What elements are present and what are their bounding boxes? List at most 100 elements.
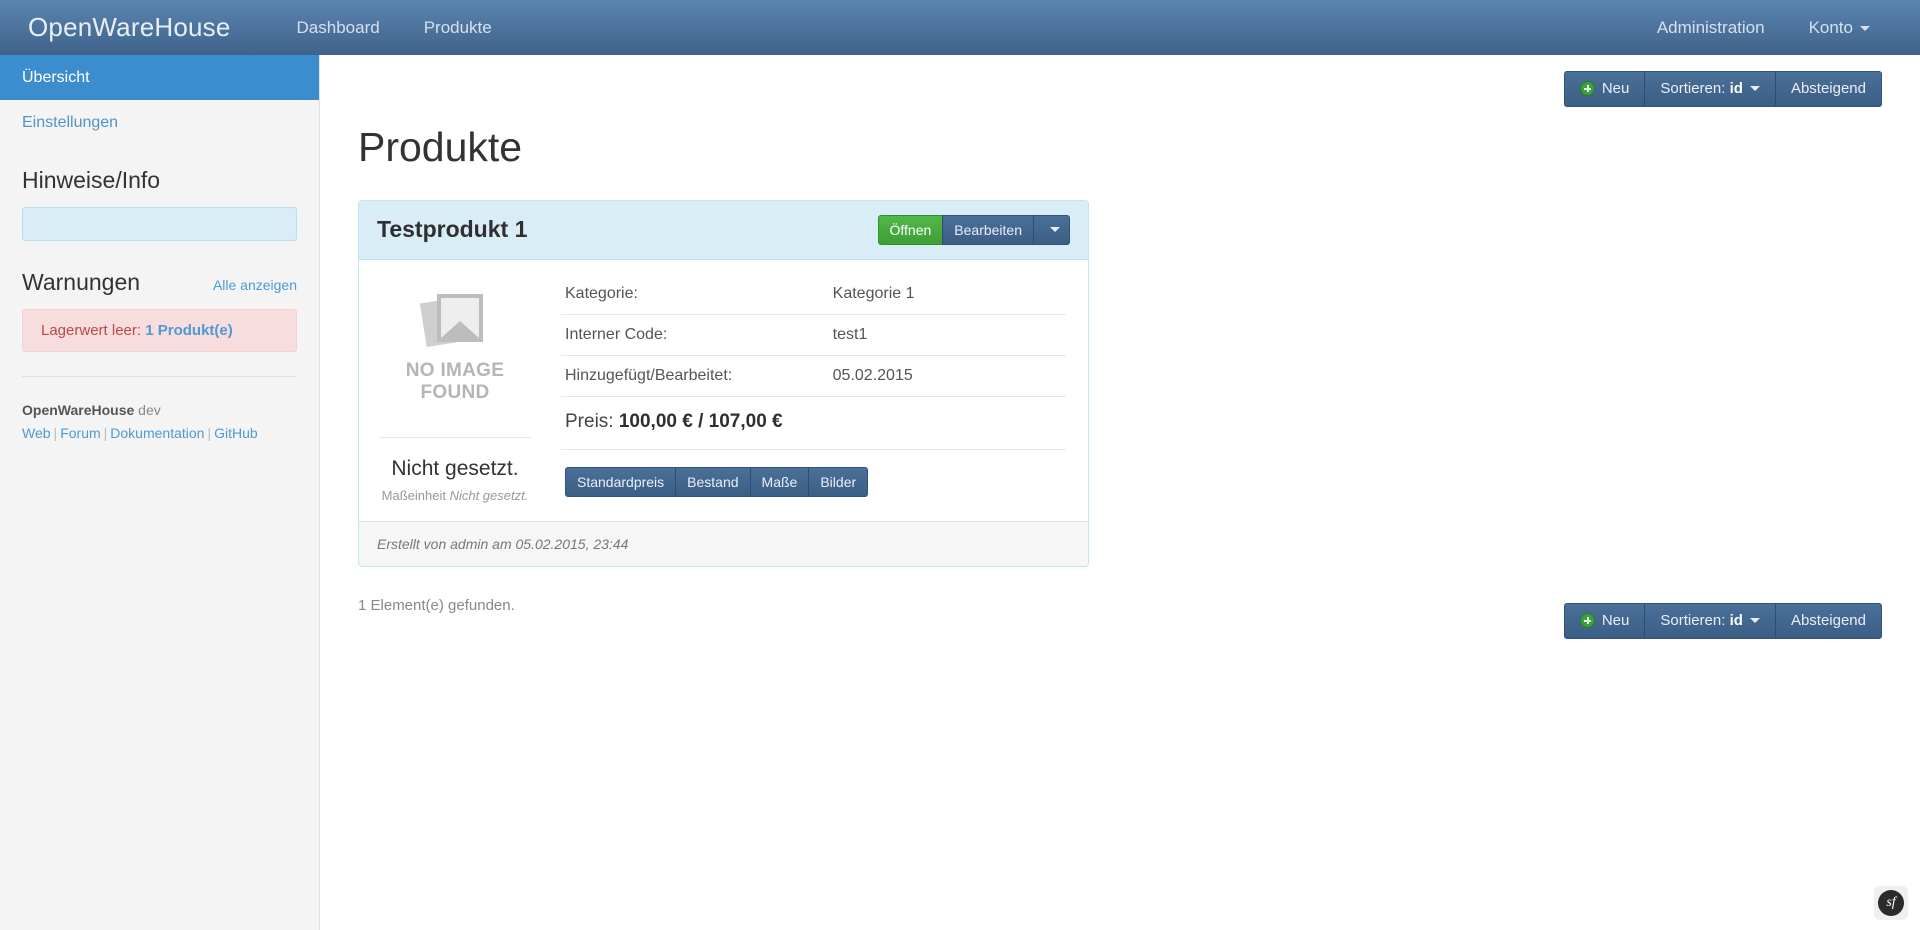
top-navbar: OpenWareHouse Dashboard Produkte Adminis… xyxy=(0,0,1920,55)
new-button-bottom-label: Neu xyxy=(1601,612,1630,629)
chevron-down-icon xyxy=(1749,86,1760,92)
sidebar-footer-appline: OpenWareHouse dev xyxy=(22,399,297,422)
sort-label-bottom: Sortieren: xyxy=(1660,612,1726,629)
media-divider xyxy=(379,437,531,439)
warnings-heading: Warnungen xyxy=(22,268,141,295)
footer-link-dokumentation[interactable]: Dokumentation xyxy=(110,425,204,441)
page-body: Übersicht Einstellungen Hinweise/Info Wa… xyxy=(0,55,1920,930)
sort-direction-button-top[interactable]: Absteigend xyxy=(1774,71,1882,107)
sidebar: Übersicht Einstellungen Hinweise/Info Wa… xyxy=(0,55,320,930)
plus-circle-icon xyxy=(1579,613,1595,629)
new-button-bottom[interactable]: Neu xyxy=(1563,603,1646,639)
footer-link-web[interactable]: Web xyxy=(22,425,51,441)
info-value-kategorie: Kategorie 1 xyxy=(828,273,1066,315)
image-icon-mountain xyxy=(441,320,479,338)
info-label-hinzugefuegt: Hinzugefügt/Bearbeitet: xyxy=(561,355,829,397)
info-value-interner-code: test1 xyxy=(828,314,1066,356)
main-content: Neu Sortieren: id Absteigend Produkte Te… xyxy=(320,55,1920,930)
sidebar-footer-links: Web | Forum | Dokumentation | GitHub xyxy=(22,422,297,445)
product-info-column: Kategorie: Kategorie 1 Interner Code: te… xyxy=(551,260,1088,521)
product-actions: Öffnen Bearbeiten xyxy=(877,214,1070,245)
new-button-top-label: Neu xyxy=(1601,80,1630,97)
tab-standardpreis[interactable]: Standardpreis xyxy=(565,466,677,497)
chevron-down-icon xyxy=(1749,618,1760,624)
info-heading: Hinweise/Info xyxy=(22,167,161,194)
brand-logo[interactable]: OpenWareHouse xyxy=(28,12,231,43)
sort-dropdown-top[interactable]: Sortieren: id xyxy=(1644,71,1776,107)
no-image-text-line2: FOUND xyxy=(420,381,490,403)
measure-unit-label: Maßeinheit xyxy=(381,487,446,503)
tab-masse[interactable]: Maße xyxy=(749,466,810,497)
top-toolbar: Neu Sortieren: id Absteigend xyxy=(1563,71,1882,107)
nav-item-produkte[interactable]: Produkte xyxy=(402,0,514,55)
info-label-interner-code: Interner Code: xyxy=(561,314,829,356)
sidebar-footer: OpenWareHouse dev Web | Forum | Dokumentatio… xyxy=(0,377,319,445)
sort-direction-button-bottom[interactable]: Absteigend xyxy=(1774,603,1882,639)
sidebar-footer-appname: OpenWareHouse xyxy=(22,401,135,418)
info-alert-box xyxy=(22,206,297,241)
sort-dropdown-bottom[interactable]: Sortieren: id xyxy=(1644,603,1776,639)
tab-bilder[interactable]: Bilder xyxy=(808,466,869,497)
nav-item-konto[interactable]: Konto xyxy=(1787,0,1892,55)
warnings-heading-row: Warnungen Alle anzeigen xyxy=(22,269,297,297)
product-card-body: NO IMAGE FOUND Nicht gesetzt. Maßeinheit… xyxy=(359,260,1088,521)
price-row: Preis: 100,00 € / 107,00 € xyxy=(561,397,1066,450)
sidebar-info-section: Hinweise/Info Warnungen Alle anzeigen La… xyxy=(0,167,319,352)
chevron-down-icon xyxy=(1860,26,1870,32)
no-image-placeholder: NO IMAGE FOUND xyxy=(373,278,537,422)
sidebar-nav: Übersicht Einstellungen xyxy=(0,55,319,145)
nav-item-konto-label: Konto xyxy=(1808,18,1853,37)
edit-button[interactable]: Bearbeiten xyxy=(942,214,1034,245)
footer-sep: | xyxy=(103,424,108,441)
table-row: Hinzugefügt/Bearbeitet: 05.02.2015 xyxy=(561,355,1066,397)
warning-count-link[interactable]: 1 Produkt(e) xyxy=(145,322,233,339)
secondary-nav: Administration Konto xyxy=(1635,0,1892,55)
top-toolbar-row: Neu Sortieren: id Absteigend xyxy=(358,55,1882,107)
plus-circle-icon xyxy=(1579,81,1595,97)
sort-value-bottom: id xyxy=(1729,612,1743,629)
measure-value: Nicht gesetzt. xyxy=(391,457,519,481)
sidebar-footer-version: dev xyxy=(138,401,161,418)
product-card: Testprodukt 1 Öffnen Bearbeiten NO IMAGE… xyxy=(358,199,1089,567)
footer-sep: | xyxy=(207,424,212,441)
image-icon-inner xyxy=(441,297,479,338)
footer-link-forum[interactable]: Forum xyxy=(60,425,100,441)
sort-label-top: Sortieren: xyxy=(1660,80,1726,97)
footer-link-github[interactable]: GitHub xyxy=(214,425,258,441)
symfony-toolbar-badge[interactable]: sf xyxy=(1874,886,1908,920)
product-info-table: Kategorie: Kategorie 1 Interner Code: te… xyxy=(561,273,1066,397)
sidebar-item-uebersicht[interactable]: Übersicht xyxy=(0,55,319,101)
product-title: Testprodukt 1 xyxy=(377,215,528,242)
primary-nav: Dashboard Produkte xyxy=(275,0,514,55)
price-label: Preis: xyxy=(565,410,614,432)
price-value: 100,00 € / 107,00 € xyxy=(618,410,783,432)
bottom-toolbar: Neu Sortieren: id Absteigend xyxy=(1563,603,1882,639)
nav-item-dashboard[interactable]: Dashboard xyxy=(275,0,402,55)
tab-bestand[interactable]: Bestand xyxy=(675,466,751,497)
info-label-kategorie: Kategorie: xyxy=(561,273,829,315)
symfony-icon: sf xyxy=(1878,890,1904,916)
product-actions-dropdown-toggle[interactable] xyxy=(1033,214,1070,245)
table-row: Kategorie: Kategorie 1 xyxy=(561,273,1066,315)
no-image-text-line1: NO IMAGE xyxy=(405,359,505,381)
table-row: Interner Code: test1 xyxy=(561,314,1066,356)
product-card-footer: Erstellt von admin am 05.02.2015, 23:44 xyxy=(359,520,1088,566)
page-title: Produkte xyxy=(358,123,523,170)
open-button[interactable]: Öffnen xyxy=(877,214,944,245)
info-value-hinzugefuegt: 05.02.2015 xyxy=(828,355,1066,397)
warning-text: Lagerwert leer: xyxy=(41,321,142,339)
sort-value-top: id xyxy=(1729,80,1743,97)
warnings-show-all-link[interactable]: Alle anzeigen xyxy=(213,277,297,293)
nav-item-administration[interactable]: Administration xyxy=(1635,0,1787,55)
chevron-down-icon xyxy=(1050,227,1060,233)
product-media-column: NO IMAGE FOUND Nicht gesetzt. Maßeinheit… xyxy=(359,260,551,521)
sidebar-item-einstellungen[interactable]: Einstellungen xyxy=(0,100,319,145)
product-tabs-row: Standardpreis Bestand Maße Bilder xyxy=(561,450,1066,503)
image-placeholder-icon xyxy=(419,292,487,348)
product-card-header: Testprodukt 1 Öffnen Bearbeiten xyxy=(359,200,1088,260)
warning-item: Lagerwert leer: 1 Produkt(e) xyxy=(22,308,297,352)
measure-unit-value: Nicht gesetzt. xyxy=(449,487,529,503)
new-button-top[interactable]: Neu xyxy=(1563,71,1646,107)
footer-sep: | xyxy=(53,424,58,441)
bottom-toolbar-row: Neu Sortieren: id Absteigend xyxy=(1563,603,1882,639)
